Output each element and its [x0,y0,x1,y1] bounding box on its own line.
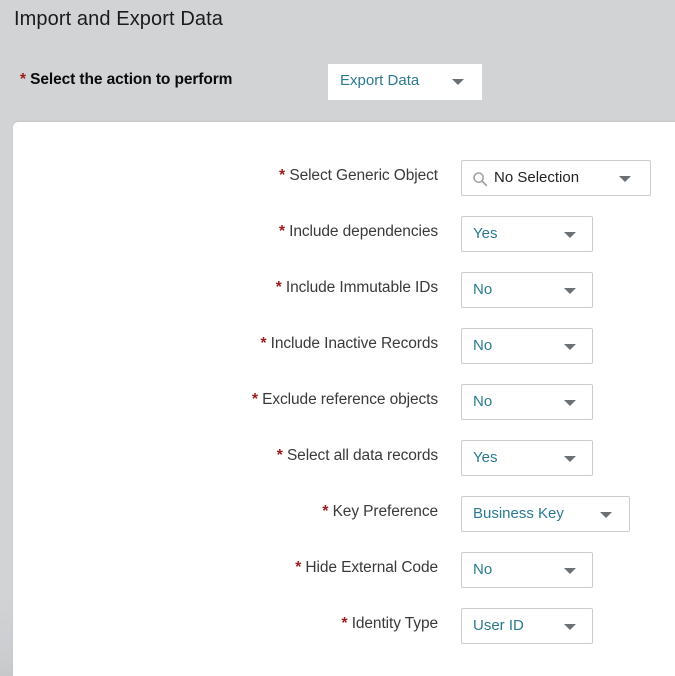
search-icon [472,171,488,187]
field-dropdown[interactable]: No Selection [461,160,651,196]
chevron-down-icon [564,624,576,630]
field-label: * Exclude reference objects [252,391,438,409]
form-row: * Include Immutable IDs No [13,272,675,308]
field-label-text: Select Generic Object [289,167,438,184]
chevron-down-icon [600,512,612,518]
required-asterisk: * [20,71,26,88]
field-value: Yes [473,225,498,242]
form-row: * Include Inactive Records No [13,328,675,364]
field-label: * Select all data records [277,447,438,465]
form-row: * Include dependencies Yes [13,216,675,252]
field-dropdown[interactable]: No [461,384,593,420]
form-row: * Select Generic Object No Selection [13,160,675,196]
field-label: * Select Generic Object [279,167,438,185]
field-value: No [473,281,493,298]
required-asterisk: * [341,615,348,632]
import-export-page: Import and Export Data * Select the acti… [0,0,675,676]
field-value: No [473,337,493,354]
chevron-down-icon [564,232,576,238]
action-select-value: Export Data [340,72,420,89]
action-selector-row: * Select the action to perform Export Da… [0,64,675,100]
action-select-dropdown[interactable]: Export Data [328,64,482,100]
form-card: * Select Generic Object No Selection * Inc… [13,122,675,676]
field-label: * Include Inactive Records [261,335,439,353]
field-label-text: Key Preference [332,503,439,520]
form-row: * Select all data records Yes [13,440,675,476]
chevron-down-icon [452,79,464,85]
field-dropdown[interactable]: Yes [461,216,593,252]
field-dropdown[interactable]: Yes [461,440,593,476]
field-value: No [473,561,493,578]
form-row: * Exclude reference objects No [13,384,675,420]
field-label-text: Select all data records [286,447,438,464]
action-label: * Select the action to perform [20,71,232,89]
field-dropdown[interactable]: Business Key [461,496,630,532]
field-value: No [473,393,493,410]
field-label: * Include Immutable IDs [276,279,438,297]
required-asterisk: * [279,167,286,184]
form-row: * Identity Type User ID [13,608,675,644]
field-value: User ID [473,617,524,634]
field-label-text: Identity Type [351,615,438,632]
field-label: * Include dependencies [279,223,438,241]
required-asterisk: * [260,335,267,352]
field-label-text: Exclude reference objects [262,391,438,408]
field-dropdown[interactable]: No [461,328,593,364]
required-asterisk: * [251,391,258,408]
required-asterisk: * [275,279,282,296]
field-value: No Selection [494,169,580,186]
required-asterisk: * [276,447,283,464]
field-label: * Identity Type [341,615,439,633]
required-asterisk: * [295,559,302,576]
field-label: * Key Preference [322,503,438,521]
form-row: * Hide External Code No [13,552,675,588]
field-label-text: Include dependencies [289,223,438,240]
chevron-down-icon [564,456,576,462]
chevron-down-icon [564,400,576,406]
field-dropdown[interactable]: User ID [461,608,593,644]
field-label: * Hide External Code [295,559,438,577]
field-label-text: Hide External Code [305,559,438,576]
chevron-down-icon [564,344,576,350]
field-value: Business Key [473,505,564,522]
chevron-down-icon [619,176,631,182]
chevron-down-icon [564,288,576,294]
field-value: Yes [473,449,498,466]
required-asterisk: * [322,503,329,520]
required-asterisk: * [279,223,285,240]
field-label-text: Include Immutable IDs [285,279,438,296]
field-dropdown[interactable]: No [461,272,593,308]
form-row: * Key Preference Business Key [13,496,675,532]
field-dropdown[interactable]: No [461,552,593,588]
chevron-down-icon [564,568,576,574]
field-label-text: Include Inactive Records [270,335,438,352]
page-title: Import and Export Data [14,8,223,30]
action-label-text: Select the action to perform [30,71,233,88]
